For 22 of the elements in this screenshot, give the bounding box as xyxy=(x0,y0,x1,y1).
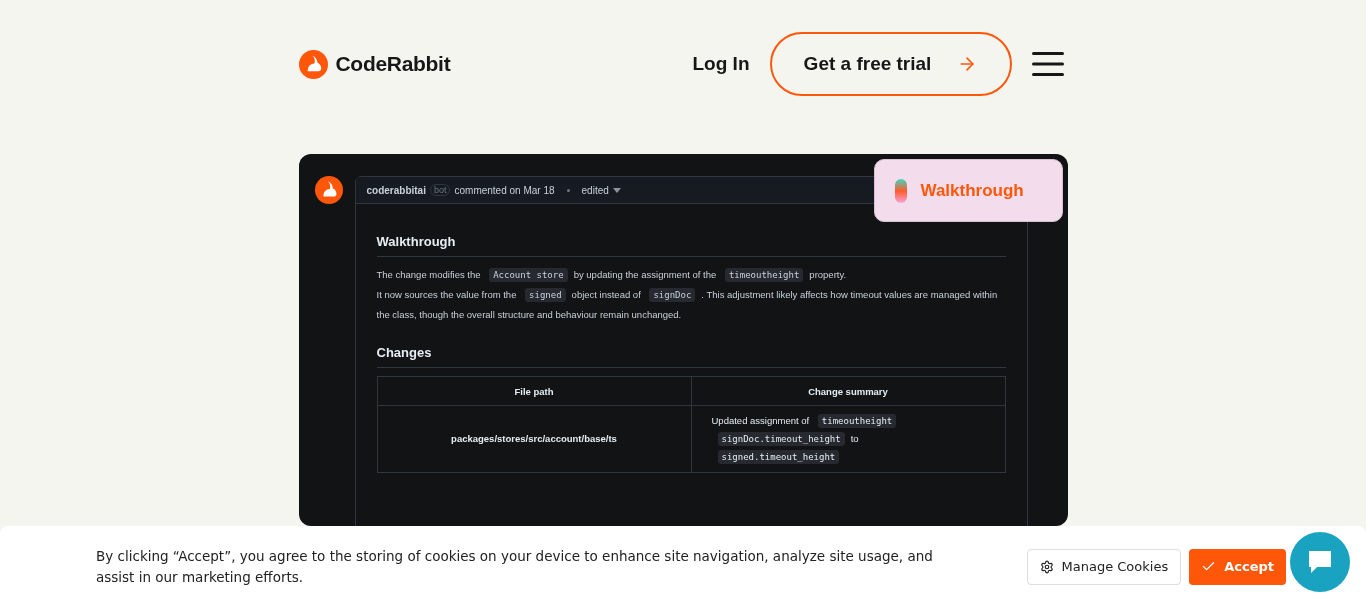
walkthrough-label: Walkthrough xyxy=(920,180,1024,201)
menu-icon[interactable] xyxy=(1031,51,1064,77)
separator-dot-icon xyxy=(566,188,570,192)
paragraph: It now sources the value from the signed object instead of signDoc . This adjustment likely affects how timeout values are managed within the class, though the overall structure and behaviour remain unchanged. xyxy=(376,287,999,322)
comment-date: commented on Mar 18 xyxy=(454,184,555,196)
paragraph: The change modifies the Account store by updating the assignment of the timeoutheight property. xyxy=(376,267,848,284)
section-heading: Walkthrough xyxy=(376,234,1006,257)
login-link[interactable]: Log In xyxy=(692,53,750,75)
table-cell: Updated assignment of timeoutheight signDoc.timeout_height to signed.timeout_height xyxy=(691,405,1005,473)
caret-icon[interactable] xyxy=(612,187,621,193)
edited-label[interactable]: edited xyxy=(581,184,609,196)
column-header: File path xyxy=(377,376,691,406)
comment-author: coderabbitai xyxy=(366,184,426,196)
section-heading: Changes xyxy=(376,345,1006,368)
table-cell: packages/stores/src/account/base/ts xyxy=(377,405,691,473)
cookie-notice: By clicking “Accept”, you agree to the storing of cookies on your device to enhance site navigation, analyze site usage, and assist in our marketing efforts. xyxy=(96,546,934,587)
free-trial-button[interactable]: Get a free trial xyxy=(769,32,1012,96)
gradient-pill-icon xyxy=(894,178,907,203)
column-header: Change summary xyxy=(691,376,1005,406)
manage-cookies-button[interactable]: Manage Cookies xyxy=(1026,548,1182,585)
logo-text[interactable]: CodeRabbit xyxy=(335,52,451,76)
settings-icon xyxy=(1039,559,1054,574)
